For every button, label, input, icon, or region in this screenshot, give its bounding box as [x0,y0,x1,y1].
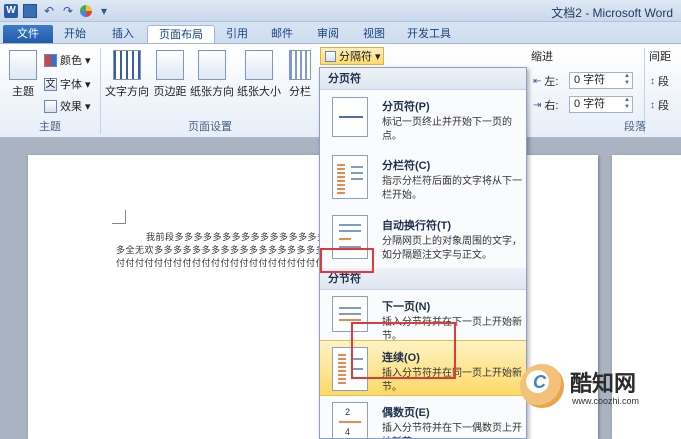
indent-left-icon: ⇤ [533,75,542,87]
page-break-icon [332,97,368,137]
document-line[interactable]: 付付付付付付付付付付付付付付付付付付付付付付 [116,256,320,269]
even-page-item[interactable]: 2 4 偶数页(E) 插入分节符并在下一偶数页上开始新节。 [320,396,526,438]
margins-icon [156,50,184,80]
spacing-before-icon: ↕ [650,75,655,87]
tab-review[interactable]: 审阅 [308,25,348,44]
themes-icon [9,50,37,80]
margins-button[interactable]: 页边距 [152,50,188,99]
fonts-icon: 文 [44,77,57,91]
customize-icon[interactable]: ▾ [97,4,111,18]
effects-icon [44,99,57,113]
tab-page-layout[interactable]: 页面布局 [147,25,215,44]
title-bar: W ↶ ↷ ▾ 文档2 - Microsoft Word [0,0,681,22]
coozhi-watermark: C 酷知网 www.coozhi.com [520,360,680,415]
orientation-button[interactable]: 纸张方向 [190,50,234,99]
page-size-icon [245,50,273,80]
indent-right-label: ⇥ 右: [533,99,559,113]
theme-group-label: 主题 [39,121,61,133]
continuous-highlight-box [351,322,456,379]
word-logo-icon: W [4,4,18,18]
indent-right-icon: ⇥ [533,99,542,111]
text-direction-icon [113,50,141,80]
tab-mailings[interactable]: 邮件 [262,25,302,44]
breaks-button[interactable]: 分隔符 ▾ [320,47,384,65]
columns-icon [289,50,311,80]
effects-button[interactable]: 效果 ▾ [44,98,91,114]
margin-corner-mark [112,210,126,224]
indent-left-input[interactable]: 0 字符 [569,72,633,89]
size-button[interactable]: 纸张大小 [236,50,282,99]
indent-title: 缩进 [531,51,553,63]
paint-icon[interactable] [80,5,92,17]
section-breaks-highlight-box [320,248,374,273]
column-break-icon [332,155,368,199]
paragraph-group-label: 段落 [624,121,646,133]
page-setup-group-label: 页面设置 [188,121,232,133]
document-line[interactable]: 多全无欢多多多多多多多多多多多多多多多多多多 [116,243,320,256]
orientation-icon [198,50,226,80]
redo-icon[interactable]: ↷ [61,4,75,18]
document-line[interactable]: 我前段多多多多多多多多多多多多多多多多 [146,230,320,243]
spacing-after-icon: ↕ [650,99,655,111]
breaks-icon [325,50,336,62]
columns-button[interactable]: 分栏 [286,50,314,99]
spacing-before-label: ↕ 段 [650,75,669,89]
column-break-item[interactable]: 分栏符(C) 指示分栏符后面的文字将从下一栏开始。 [320,149,526,209]
indent-left-label: ⇤ 左: [533,75,559,89]
themes-button[interactable]: 主题 [6,50,40,99]
tab-insert[interactable]: 插入 [104,25,142,44]
tab-references[interactable]: 引用 [218,25,256,44]
window-title: 文档2 - Microsoft Word [551,6,673,20]
tab-home[interactable]: 开始 [56,25,94,44]
even-page-icon: 2 4 [332,402,368,438]
colors-button[interactable]: 颜色 ▾ [44,52,91,68]
indent-right-input[interactable]: 0 字符 [569,96,633,113]
colors-icon [44,53,57,67]
spacing-title: 间距 [649,51,671,63]
page-breaks-header: 分页符 [320,68,526,90]
quick-access-toolbar: W ↶ ↷ ▾ [4,3,111,19]
document-page[interactable]: 我前段多多多多多多多多多多多多多多多多 多全无欢多多多多多多多多多多多多多多多多… [28,155,320,439]
save-icon[interactable] [23,4,37,18]
page-break-item[interactable]: 分页符(P) 标记一页终止并开始下一页的点。 [320,90,526,149]
undo-icon[interactable]: ↶ [42,4,56,18]
text-direction-button[interactable]: 文字方向 [104,50,150,99]
coozhi-logo-letter: C [533,372,546,392]
watermark-url: www.coozhi.com [572,396,640,406]
spacing-after-label: ↕ 段 [650,99,669,113]
fonts-button[interactable]: 文 字体 ▾ [44,76,91,92]
ribbon-tabs: 文件 开始 插入 页面布局 引用 邮件 审阅 视图 开发工具 [0,22,681,44]
tab-view[interactable]: 视图 [354,25,394,44]
watermark-text: 酷知网 [570,371,637,396]
tab-developer[interactable]: 开发工具 [398,25,460,44]
tab-file[interactable]: 文件 [3,25,53,44]
